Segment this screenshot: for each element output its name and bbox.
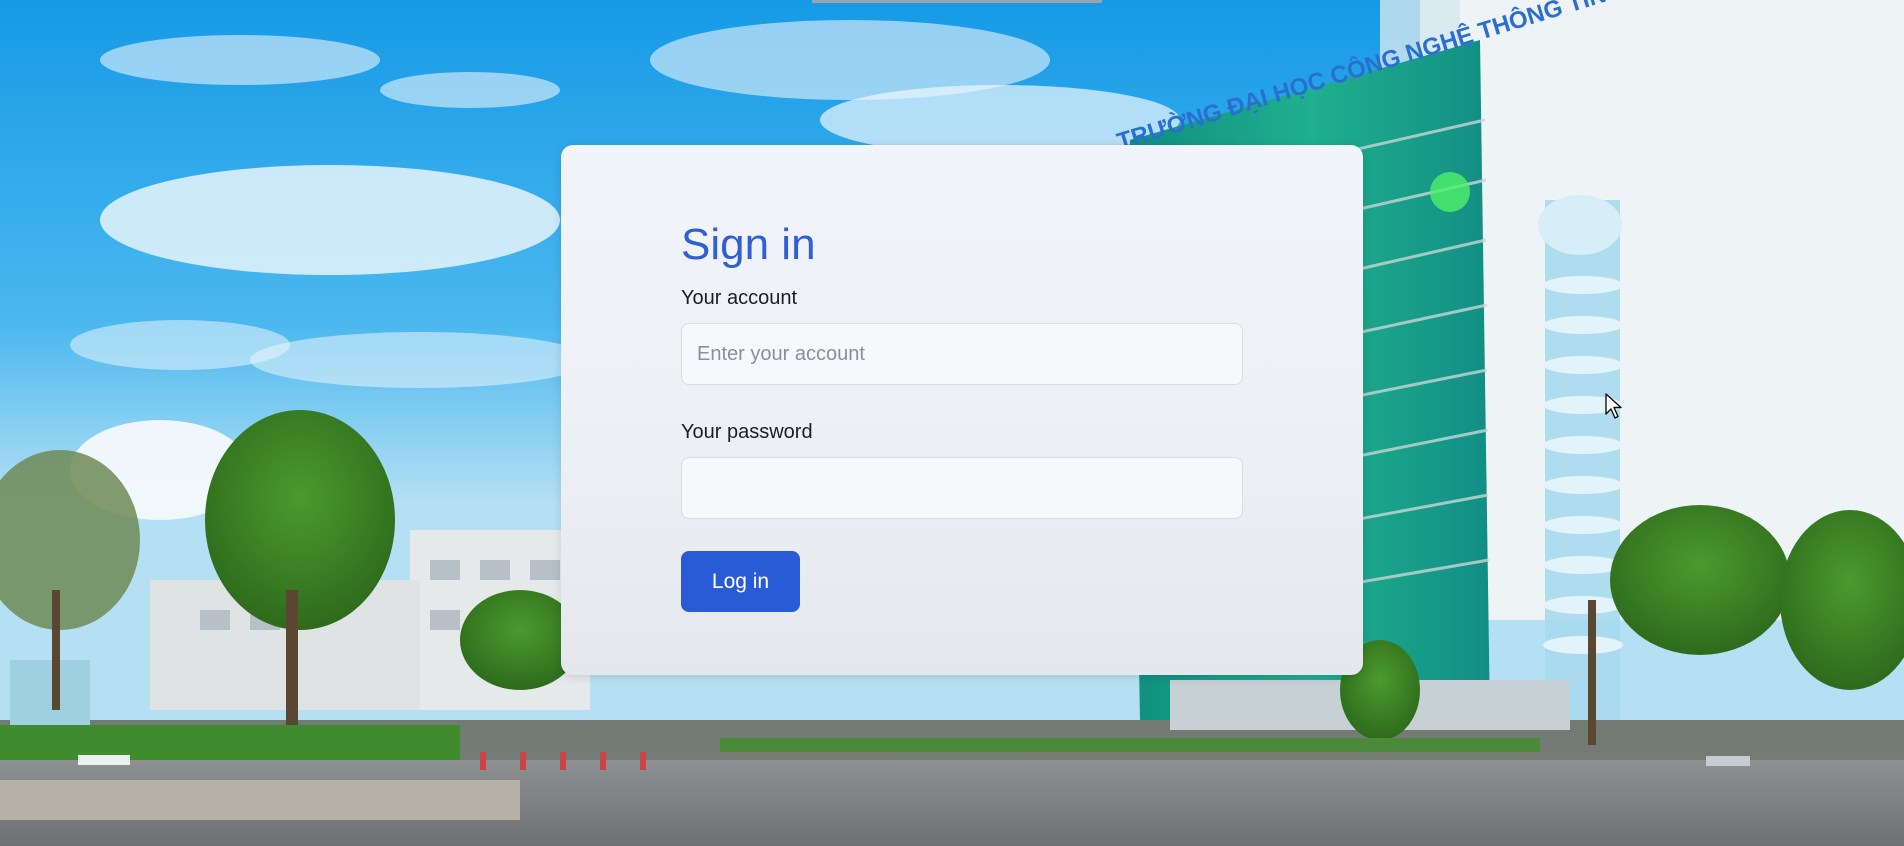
video-progress-bar <box>812 0 1102 3</box>
account-input[interactable] <box>681 323 1243 385</box>
login-button[interactable]: Log in <box>681 551 800 612</box>
sign-in-card: Sign in Your account Your password Log i… <box>561 145 1363 675</box>
page-title: Sign in <box>681 220 816 269</box>
account-label: Your account <box>681 287 798 309</box>
page-background: TRƯỜNG ĐẠI HỌC CÔNG NGHỆ THÔNG TIN Sign … <box>0 0 1904 846</box>
password-input[interactable] <box>681 457 1243 519</box>
mouse-pointer-icon <box>1605 393 1622 419</box>
sign-in-form: Sign in Your account Your password Log i… <box>681 217 1243 612</box>
password-label: Your password <box>681 421 813 443</box>
